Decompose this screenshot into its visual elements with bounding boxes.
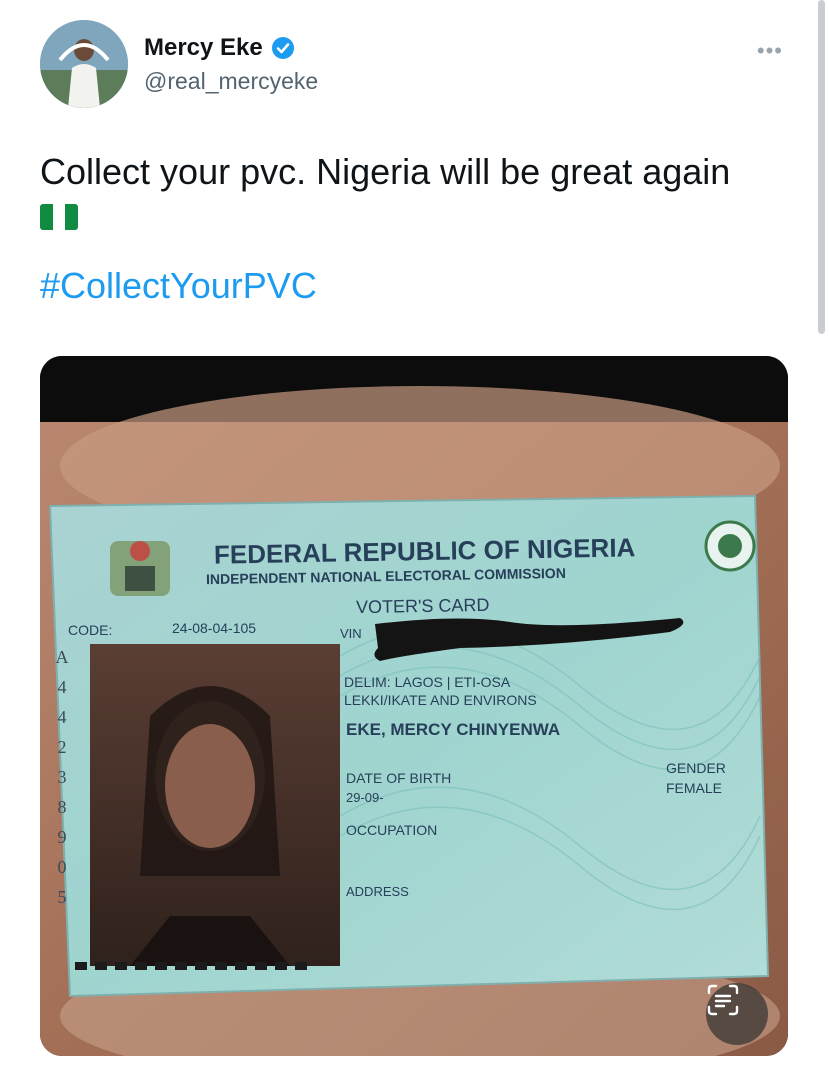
tweet-media[interactable]: FEDERAL REPUBLIC OF NIGERIA INDEPENDENT … [40, 356, 788, 1056]
side-digit: 0 [57, 857, 67, 877]
tweet-text: Collect your pvc. Nigeria will be great … [40, 150, 790, 240]
author-display-name[interactable]: Mercy Eke [144, 34, 263, 62]
card-side-digits: A 4 4 2 3 8 9 0 5 [52, 642, 72, 912]
ellipsis-icon[interactable]: ••• [757, 38, 783, 64]
card-address-label: ADDRESS [346, 884, 409, 899]
card-vin-label: VIN [340, 626, 362, 641]
author-avatar[interactable] [40, 20, 128, 108]
card-occupation-label: OCCUPATION [346, 822, 438, 838]
hashtag-link[interactable]: #CollectYourPVC [40, 265, 317, 307]
visual-lookup-icon [707, 984, 739, 1016]
avatar-image [40, 20, 128, 108]
side-digit: 8 [57, 797, 67, 817]
card-dob-value: 29-09- [346, 790, 384, 805]
card-type: VOTER'S CARD [355, 594, 490, 618]
card-code-value: 24-08-04-105 [172, 620, 257, 636]
nigeria-flag-icon [40, 204, 78, 230]
tweet-body: Collect your pvc. Nigeria will be great … [40, 151, 731, 192]
side-digit: 9 [57, 827, 67, 847]
side-digit: 4 [57, 677, 67, 697]
side-digit: A [55, 647, 69, 667]
card-dob-label: DATE OF BIRTH [346, 770, 452, 786]
verified-badge-icon [271, 36, 295, 60]
card-delim: DELIM: LAGOS | ETI-OSA [344, 674, 511, 690]
side-digit: 3 [57, 767, 67, 787]
scrollbar[interactable] [818, 0, 825, 334]
visual-lookup-button[interactable] [706, 983, 768, 1045]
card-code-label: CODE: [68, 622, 113, 638]
card-gender-value: FEMALE [666, 780, 723, 796]
card-full-name: EKE, MERCY CHINYENWA [346, 720, 561, 739]
card-gender-label: GENDER [666, 760, 726, 776]
author-handle[interactable]: @real_mercyeke [144, 68, 318, 95]
side-digit: 4 [57, 707, 67, 727]
card-area: LEKKI/IKATE AND ENVIRONS [344, 692, 537, 708]
side-digit: 2 [57, 737, 67, 757]
side-digit: 5 [57, 887, 67, 907]
